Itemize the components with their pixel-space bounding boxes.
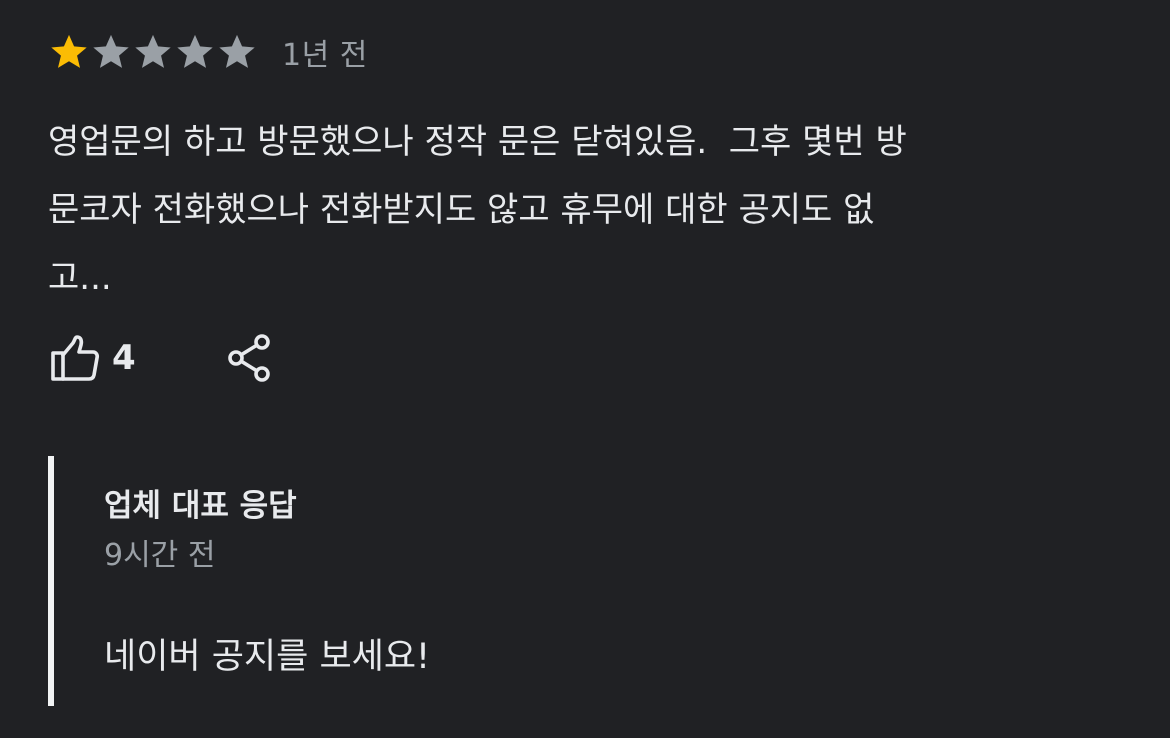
review-text[interactable]: 영업문의 하고 방문했으나 정작 문은 닫혀있음. 그후 몇번 방 문코자 전화…: [48, 108, 1058, 312]
star-icon-filled: [48, 31, 90, 73]
review-card: 1년 전 영업문의 하고 방문했으나 정작 문은 닫혀있음. 그후 몇번 방 문…: [48, 26, 1128, 312]
owner-response-title: 업체 대표 응답: [104, 488, 297, 524]
star-rating: [48, 31, 258, 73]
review-actions: 4: [48, 326, 274, 390]
share-icon: [226, 332, 274, 384]
like-button[interactable]: 4: [48, 331, 136, 385]
owner-response: 업체 대표 응답 9시간 전 네이버 공지를 보세요!: [48, 456, 1054, 706]
review-time: 1년 전: [282, 38, 368, 73]
share-button[interactable]: [226, 332, 274, 384]
rating-row: 1년 전: [48, 26, 1128, 78]
like-count: 4: [112, 338, 136, 378]
star-icon-empty: [90, 31, 132, 73]
star-icon-empty: [174, 31, 216, 73]
star-icon-empty: [216, 31, 258, 73]
owner-response-text: 네이버 공지를 보세요!: [104, 637, 431, 677]
thumbs-up-icon: [48, 331, 102, 385]
owner-response-time: 9시간 전: [104, 538, 216, 573]
star-icon-empty: [132, 31, 174, 73]
